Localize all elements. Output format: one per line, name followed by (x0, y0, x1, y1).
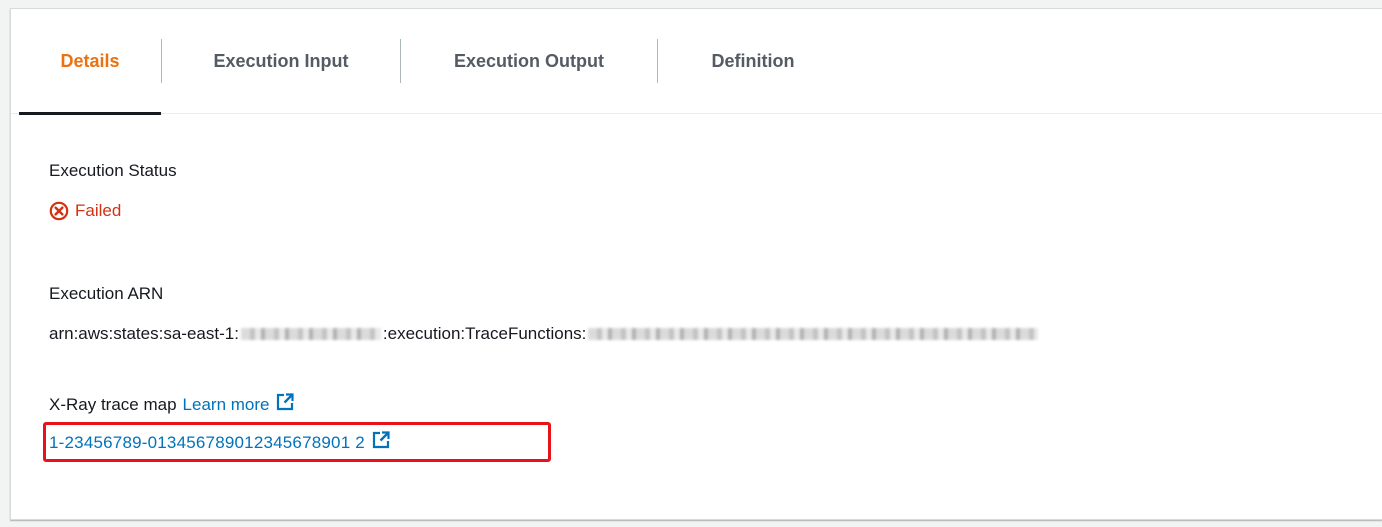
arn-middle: :execution:TraceFunctions: (382, 324, 587, 343)
trace-id-link[interactable]: 1-23456789-013456789012345678901 2 (49, 433, 365, 453)
xray-trace-map-label: X-Ray trace map (49, 394, 177, 414)
external-link-icon[interactable] (275, 392, 295, 417)
tab-bar: Details Execution Input Execution Output… (11, 9, 1382, 115)
tab-execution-input[interactable]: Execution Input (162, 9, 400, 114)
execution-arn-value: arn:aws:states:sa-east-1: :execution:Tra… (49, 324, 1040, 344)
tab-definition[interactable]: Definition (658, 9, 848, 114)
redacted-execution-id (588, 328, 1039, 340)
execution-details-panel: Details Execution Input Execution Output… (10, 8, 1382, 520)
tab-execution-output[interactable]: Execution Output (401, 9, 657, 114)
arn-prefix: arn:aws:states:sa-east-1: (49, 324, 239, 343)
trace-id-row: 1-23456789-013456789012345678901 2 (49, 430, 391, 455)
redacted-account-id (240, 328, 381, 340)
execution-arn-label: Execution ARN (49, 284, 164, 303)
status-text: Failed (75, 201, 122, 220)
execution-status-label: Execution Status (49, 161, 177, 180)
error-circle-x-icon (49, 201, 69, 221)
xray-trace-map-row: X-Ray trace map Learn more (49, 392, 295, 417)
external-link-icon[interactable] (371, 430, 391, 455)
learn-more-link[interactable]: Learn more (183, 395, 270, 415)
execution-status-value: Failed (49, 201, 121, 221)
tab-details[interactable]: Details (19, 9, 161, 115)
